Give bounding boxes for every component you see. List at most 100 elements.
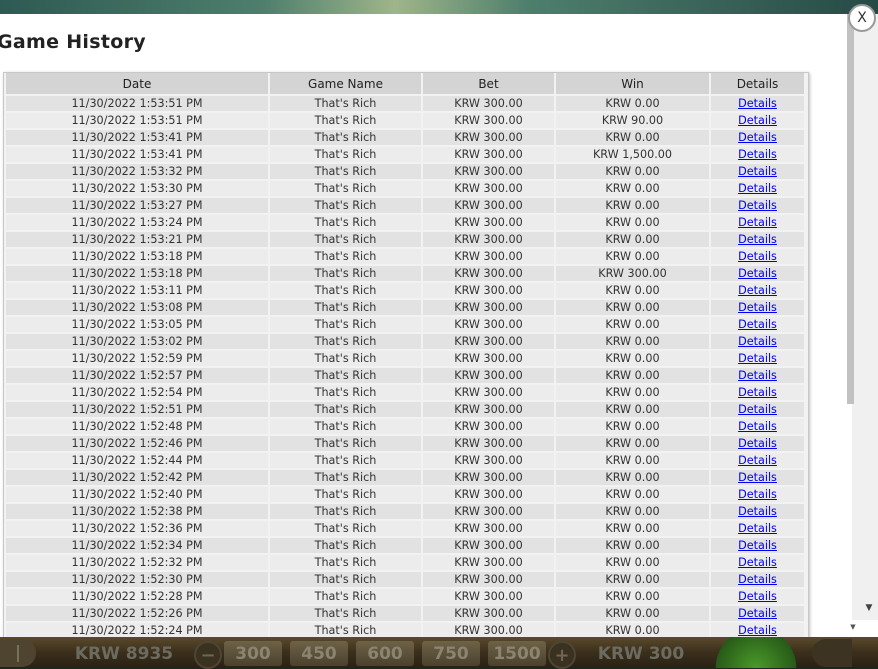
scrollbar-thumb[interactable] [847,14,854,404]
details-link[interactable]: Details [738,335,777,348]
cell-game-name: That's Rich [270,470,421,487]
cell-date: 11/30/2022 1:52:36 PM [6,521,268,538]
table-row: 11/30/2022 1:52:40 PM That's Rich KRW 300.… [6,487,804,504]
cell-date: 11/30/2022 1:53:41 PM [6,147,268,164]
details-link[interactable]: Details [738,97,777,110]
cell-details: Details [711,249,804,266]
details-link[interactable]: Details [738,522,777,535]
cell-date: 11/30/2022 1:53:51 PM [6,113,268,130]
bet-option-750[interactable]: 750 [422,641,480,666]
table-row: 11/30/2022 1:52:44 PM That's Rich KRW 300.… [6,453,804,470]
details-link[interactable]: Details [738,556,777,569]
cell-game-name: That's Rich [270,249,421,266]
details-link[interactable]: Details [738,488,777,501]
cell-bet: KRW 300.00 [423,470,554,487]
cell-bet: KRW 300.00 [423,334,554,351]
bet-option-1500[interactable]: 1500 [488,641,546,666]
details-link[interactable]: Details [738,148,777,161]
table-row: 11/30/2022 1:52:54 PM That's Rich KRW 300.… [6,385,804,402]
spin-button[interactable] [708,637,804,668]
cell-bet: KRW 300.00 [423,283,554,300]
game-control-bar: | KRW 8935 − 300 450 600 750 1500 + KRW … [0,637,878,669]
cell-date: 11/30/2022 1:52:26 PM [6,606,268,623]
details-link[interactable]: Details [738,165,777,178]
details-link[interactable]: Details [738,284,777,297]
cell-bet: KRW 300.00 [423,300,554,317]
cell-bet: KRW 300.00 [423,249,554,266]
cell-bet: KRW 300.00 [423,181,554,198]
cell-win: KRW 0.00 [556,402,709,419]
cell-win: KRW 0.00 [556,572,709,589]
details-link[interactable]: Details [738,454,777,467]
table-row: 11/30/2022 1:53:08 PM That's Rich KRW 300.… [6,300,804,317]
cell-date: 11/30/2022 1:53:05 PM [6,317,268,334]
cell-details: Details [711,419,804,436]
cell-details: Details [711,334,804,351]
cell-details: Details [711,232,804,249]
decrease-bet-button[interactable]: − [194,641,222,669]
cell-date: 11/30/2022 1:53:11 PM [6,283,268,300]
cell-bet: KRW 300.00 [423,589,554,606]
cell-win: KRW 0.00 [556,351,709,368]
details-link[interactable]: Details [738,437,777,450]
cell-date: 11/30/2022 1:53:51 PM [6,96,268,113]
details-link[interactable]: Details [738,539,777,552]
cell-details: Details [711,368,804,385]
cell-win: KRW 0.00 [556,504,709,521]
details-link[interactable]: Details [738,352,777,365]
details-link[interactable]: Details [738,386,777,399]
modal-title: Game History [0,31,146,53]
increase-bet-button[interactable]: + [548,641,576,669]
details-link[interactable]: Details [738,607,777,620]
details-link[interactable]: Details [738,505,777,518]
close-button[interactable]: X [848,4,876,32]
cell-details: Details [711,589,804,606]
table-row: 11/30/2022 1:53:18 PM That's Rich KRW 300.… [6,266,804,283]
cell-game-name: That's Rich [270,419,421,436]
details-link[interactable]: Details [738,182,777,195]
details-link[interactable]: Details [738,573,777,586]
details-link[interactable]: Details [738,624,777,637]
bet-option-450[interactable]: 450 [290,641,348,666]
cell-game-name: That's Rich [270,266,421,283]
bet-option-600[interactable]: 600 [356,641,414,666]
details-link[interactable]: Details [738,318,777,331]
table-row: 11/30/2022 1:53:02 PM That's Rich KRW 300.… [6,334,804,351]
details-link[interactable]: Details [738,267,777,280]
cell-game-name: That's Rich [270,402,421,419]
details-link[interactable]: Details [738,114,777,127]
details-link[interactable]: Details [738,403,777,416]
details-link[interactable]: Details [738,369,777,382]
cell-date: 11/30/2022 1:52:40 PM [6,487,268,504]
cell-win: KRW 90.00 [556,113,709,130]
details-link[interactable]: Details [738,471,777,484]
cell-bet: KRW 300.00 [423,198,554,215]
cell-details: Details [711,147,804,164]
cell-game-name: That's Rich [270,487,421,504]
bet-option-300[interactable]: 300 [224,641,282,666]
details-link[interactable]: Details [738,199,777,212]
details-link[interactable]: Details [738,590,777,603]
details-link[interactable]: Details [738,301,777,314]
cell-bet: KRW 300.00 [423,402,554,419]
cell-bet: KRW 300.00 [423,572,554,589]
cell-bet: KRW 300.00 [423,113,554,130]
details-link[interactable]: Details [738,420,777,433]
cell-win: KRW 1,500.00 [556,147,709,164]
details-link[interactable]: Details [738,216,777,229]
scrollbar-track[interactable] [852,14,878,620]
cell-details: Details [711,283,804,300]
details-link[interactable]: Details [738,131,777,144]
cell-win: KRW 0.00 [556,606,709,623]
cell-win: KRW 0.00 [556,164,709,181]
cell-bet: KRW 300.00 [423,147,554,164]
left-control-knob[interactable]: | [0,639,36,667]
cell-bet: KRW 300.00 [423,436,554,453]
scroll-down-arrow-icon[interactable]: ▼ [862,601,876,615]
details-link[interactable]: Details [738,250,777,263]
details-link[interactable]: Details [738,233,777,246]
cell-date: 11/30/2022 1:52:32 PM [6,555,268,572]
scroll-small-arrow-icon[interactable]: ▼ [848,622,858,632]
cell-win: KRW 0.00 [556,555,709,572]
right-control-knob[interactable] [812,639,852,667]
